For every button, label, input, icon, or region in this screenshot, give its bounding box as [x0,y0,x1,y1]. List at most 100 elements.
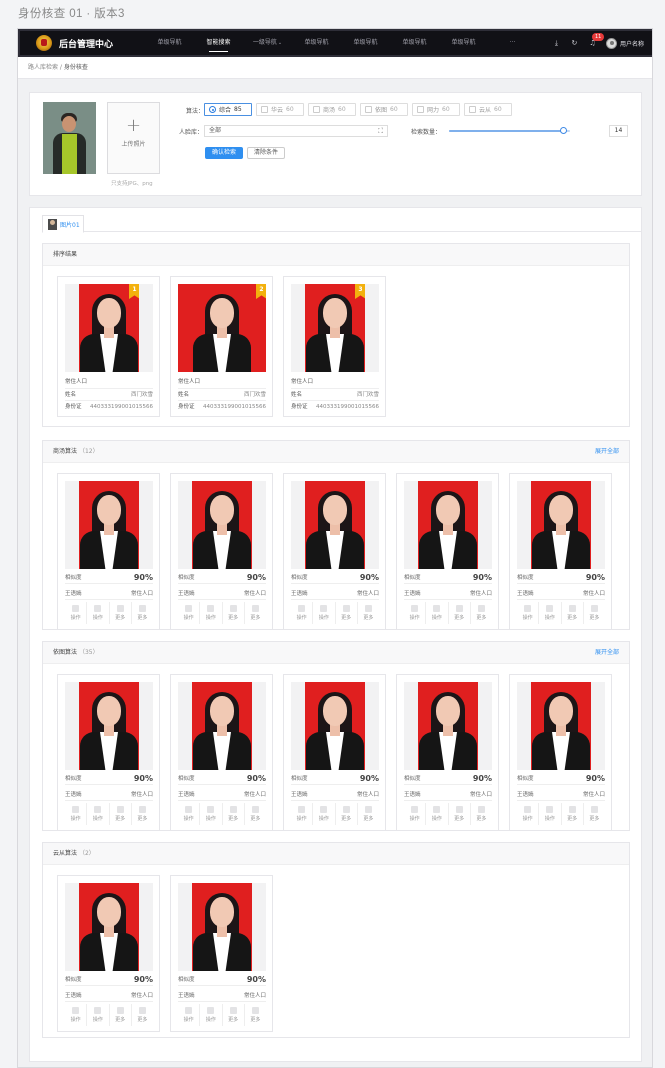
algorithm-option[interactable]: 综合 85 [204,103,252,116]
user-menu[interactable]: 用户名称 [605,37,644,49]
count-slider-handle[interactable] [560,127,568,134]
card-action-button[interactable]: 更多 [132,602,153,624]
result-card[interactable]: 相似度 90% 王语嫣 常住人口 操作 操作 更多 更多 [509,674,612,831]
portrait-photo[interactable] [418,481,478,569]
card-action-button[interactable]: 更多 [449,803,471,825]
algorithm-option[interactable]: 华云 60 [256,103,304,116]
count-slider[interactable] [449,127,570,134]
uploaded-photo[interactable] [43,102,96,174]
result-card[interactable]: 相似度 90% 王语嫣 常住人口 操作 操作 更多 更多 [57,875,160,1032]
card-action-button[interactable]: 操作 [313,803,336,825]
count-input[interactable]: 14 [609,125,628,137]
card-action-button[interactable]: 操作 [313,602,336,624]
download-icon[interactable]: ⤓ [552,39,561,48]
card-action-button[interactable]: 更多 [584,803,605,825]
card-action-button[interactable]: 更多 [358,602,379,624]
card-action-button[interactable]: 更多 [110,803,132,825]
result-card[interactable]: 相似度 90% 王语嫣 常住人口 操作 操作 更多 更多 [170,473,273,630]
notification-icon[interactable]: ♫ 11 [588,33,605,47]
result-card[interactable]: 相似度 90% 王语嫣 常住人口 操作 操作 更多 更多 [170,674,273,831]
ranked-result-card[interactable]: 1 常住人口 姓名 西门欢雪 身份证 440333199001015566 [57,276,160,417]
card-action-button[interactable]: 更多 [223,803,245,825]
card-action-button[interactable]: 更多 [336,602,358,624]
nav-item-5[interactable]: 单级导航 [390,31,439,55]
card-action-button[interactable]: 操作 [291,602,314,624]
portrait-photo[interactable]: 1 [79,284,139,372]
result-card[interactable]: 相似度 90% 王语嫣 常住人口 操作 操作 更多 更多 [57,473,160,630]
portrait-photo[interactable] [531,682,591,770]
portrait-photo[interactable] [418,682,478,770]
card-action-button[interactable]: 操作 [291,803,314,825]
ranked-result-card[interactable]: 2 常住人口 姓名 西门欢雪 身份证 440333199001015566 [170,276,273,417]
nav-item-3[interactable]: 单级导航 [292,31,341,55]
card-action-button[interactable]: 操作 [539,803,562,825]
card-action-button[interactable]: 操作 [87,803,110,825]
result-card[interactable]: 相似度 90% 王语嫣 常住人口 操作 操作 更多 更多 [283,674,386,831]
card-action-button[interactable]: 更多 [110,1004,132,1026]
card-action-button[interactable]: 更多 [245,803,266,825]
portrait-photo[interactable] [305,682,365,770]
upload-photo-button[interactable]: + 上传照片 [107,102,160,174]
card-action-button[interactable]: 操作 [65,602,88,624]
card-action-button[interactable]: 操作 [87,1004,110,1026]
card-action-button[interactable]: 更多 [562,602,584,624]
card-action-button[interactable]: 更多 [132,1004,153,1026]
result-card[interactable]: 相似度 90% 王语嫣 常住人口 操作 操作 更多 更多 [396,473,499,630]
card-action-button[interactable]: 操作 [65,803,88,825]
refresh-icon[interactable]: ↻ [570,39,579,47]
portrait-photo[interactable] [79,481,139,569]
fullscreen-icon[interactable]: ⛶ [378,126,383,136]
portrait-photo[interactable] [192,883,252,971]
card-action-button[interactable]: 更多 [223,602,245,624]
breadcrumb-parent[interactable]: 路人库检索 [28,64,58,71]
face-db-select[interactable]: 全部 ⛶ [204,125,388,137]
nav-item-7[interactable]: ··· [488,31,537,55]
card-action-button[interactable]: 更多 [223,1004,245,1026]
portrait-photo[interactable] [192,481,252,569]
card-action-button[interactable]: 操作 [426,602,449,624]
card-action-button[interactable]: 更多 [245,602,266,624]
nav-item-2[interactable]: 一级导航⌄ [243,31,292,55]
nav-item-6[interactable]: 单级导航 [439,31,488,55]
algorithm-option[interactable]: 网力 60 [412,103,460,116]
portrait-photo[interactable] [79,682,139,770]
card-action-button[interactable]: 更多 [336,803,358,825]
card-action-button[interactable]: 操作 [517,602,540,624]
ranked-result-card[interactable]: 3 常住人口 姓名 西门欢雪 身份证 440333199001015566 [283,276,386,417]
card-action-button[interactable]: 操作 [178,1004,201,1026]
card-action-button[interactable]: 操作 [87,602,110,624]
card-action-button[interactable]: 操作 [65,1004,88,1026]
card-action-button[interactable]: 操作 [404,803,427,825]
portrait-photo[interactable] [531,481,591,569]
card-action-button[interactable]: 操作 [517,803,540,825]
result-card[interactable]: 相似度 90% 王语嫣 常住人口 操作 操作 更多 更多 [57,674,160,831]
algorithm-option[interactable]: 云从 60 [464,103,512,116]
card-action-button[interactable]: 更多 [562,803,584,825]
card-action-button[interactable]: 更多 [471,803,492,825]
portrait-photo[interactable] [192,682,252,770]
card-action-button[interactable]: 更多 [471,602,492,624]
result-card[interactable]: 相似度 90% 王语嫣 常住人口 操作 操作 更多 更多 [283,473,386,630]
algorithm-option[interactable]: 依图 60 [360,103,408,116]
portrait-photo[interactable] [305,481,365,569]
result-card[interactable]: 相似度 90% 王语嫣 常住人口 操作 操作 更多 更多 [509,473,612,630]
card-action-button[interactable]: 操作 [178,803,201,825]
portrait-photo[interactable]: 3 [305,284,365,372]
card-action-button[interactable]: 操作 [539,602,562,624]
algorithm-option[interactable]: 商汤 60 [308,103,356,116]
result-card[interactable]: 相似度 90% 王语嫣 常住人口 操作 操作 更多 更多 [170,875,273,1032]
card-action-button[interactable]: 操作 [178,602,201,624]
card-action-button[interactable]: 更多 [449,602,471,624]
card-action-button[interactable]: 更多 [358,803,379,825]
card-action-button[interactable]: 操作 [404,602,427,624]
card-action-button[interactable]: 操作 [200,1004,223,1026]
card-action-button[interactable]: 操作 [426,803,449,825]
card-action-button[interactable]: 更多 [132,803,153,825]
clear-conditions-button[interactable]: 清除条件 [247,147,285,159]
portrait-photo[interactable] [79,883,139,971]
nav-item-4[interactable]: 单级导航 [341,31,390,55]
card-action-button[interactable]: 更多 [245,1004,266,1026]
tab-image-01[interactable]: 图片01 [42,215,84,233]
card-action-button[interactable]: 更多 [584,602,605,624]
result-card[interactable]: 相似度 90% 王语嫣 常住人口 操作 操作 更多 更多 [396,674,499,831]
